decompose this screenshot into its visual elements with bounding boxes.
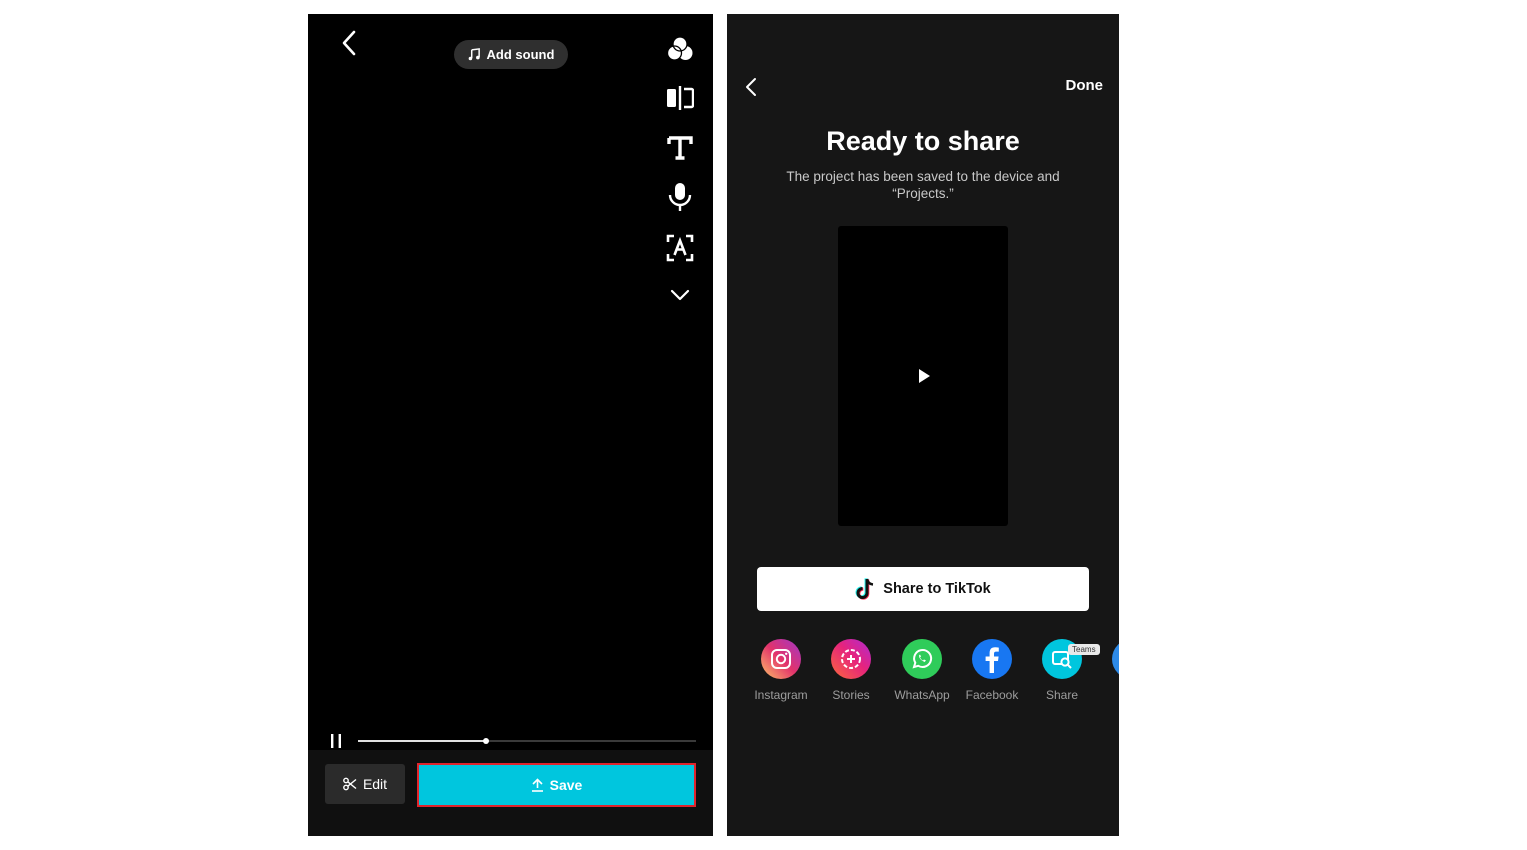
more-icon bbox=[1112, 639, 1119, 679]
page-title: Ready to share bbox=[826, 126, 1020, 156]
editor-screen: Add sound Edit Save bbox=[308, 14, 713, 836]
back-button[interactable] bbox=[741, 76, 761, 98]
microphone-icon bbox=[668, 183, 692, 211]
page-subtitle: The project has been saved to the device… bbox=[786, 169, 1060, 201]
back-button[interactable] bbox=[334, 28, 364, 58]
tiktok-icon bbox=[855, 578, 874, 600]
more-tools-button[interactable] bbox=[663, 278, 697, 312]
compare-button[interactable] bbox=[663, 81, 697, 115]
teams-badge: Teams bbox=[1068, 644, 1100, 655]
add-sound-label: Add sound bbox=[486, 47, 555, 62]
play-icon bbox=[919, 369, 930, 383]
share-screen: Done Ready to share The project has been… bbox=[727, 14, 1119, 836]
teams-share-icon: Teams bbox=[1042, 639, 1100, 679]
progress-fill bbox=[358, 740, 487, 742]
pause-icon bbox=[331, 734, 341, 748]
share-stories-button[interactable]: Stories bbox=[816, 639, 886, 702]
done-button[interactable]: Done bbox=[1066, 77, 1104, 94]
pause-button[interactable] bbox=[326, 730, 346, 752]
chevron-down-icon bbox=[670, 289, 690, 301]
share-to-tiktok-label: Share to TikTok bbox=[883, 581, 991, 597]
color-filters-icon bbox=[666, 36, 693, 61]
scissors-icon bbox=[343, 777, 357, 791]
video-preview[interactable] bbox=[838, 226, 1008, 526]
voiceover-button[interactable] bbox=[663, 180, 697, 214]
share-instagram-button[interactable]: Instagram bbox=[746, 639, 816, 702]
whatsapp-icon bbox=[902, 639, 942, 679]
text-icon bbox=[667, 136, 693, 160]
share-label: Share bbox=[1045, 688, 1079, 702]
auto-captions-icon bbox=[666, 234, 694, 262]
share-label: Instagram bbox=[754, 688, 808, 702]
share-teams-button[interactable]: Teams Share bbox=[1027, 639, 1100, 702]
music-note-icon bbox=[468, 48, 480, 61]
chevron-left-icon bbox=[746, 78, 756, 96]
stories-icon bbox=[831, 639, 871, 679]
share-label: WhatsApp bbox=[894, 688, 950, 702]
save-label: Save bbox=[549, 777, 583, 793]
save-button[interactable]: Save bbox=[417, 763, 696, 807]
compare-icon bbox=[667, 86, 694, 110]
chevron-left-icon bbox=[342, 30, 356, 56]
play-button[interactable] bbox=[915, 366, 933, 386]
playback-progress[interactable] bbox=[358, 738, 696, 744]
instagram-icon bbox=[761, 639, 801, 679]
add-sound-button[interactable]: Add sound bbox=[454, 40, 568, 69]
share-more-button[interactable] bbox=[1097, 639, 1119, 688]
edit-button[interactable]: Edit bbox=[325, 764, 405, 804]
color-filters-button[interactable] bbox=[663, 32, 697, 66]
share-label: Stories bbox=[832, 688, 870, 702]
share-to-tiktok-button[interactable]: Share to TikTok bbox=[757, 567, 1089, 611]
auto-captions-button[interactable] bbox=[663, 231, 697, 265]
share-whatsapp-button[interactable]: WhatsApp bbox=[887, 639, 957, 702]
share-facebook-button[interactable]: Facebook bbox=[957, 639, 1027, 702]
edit-label: Edit bbox=[362, 776, 388, 792]
progress-knob[interactable] bbox=[483, 738, 490, 744]
share-label: Facebook bbox=[965, 688, 1019, 702]
text-button[interactable] bbox=[663, 131, 697, 165]
facebook-icon bbox=[972, 639, 1012, 679]
upload-icon bbox=[531, 778, 543, 792]
